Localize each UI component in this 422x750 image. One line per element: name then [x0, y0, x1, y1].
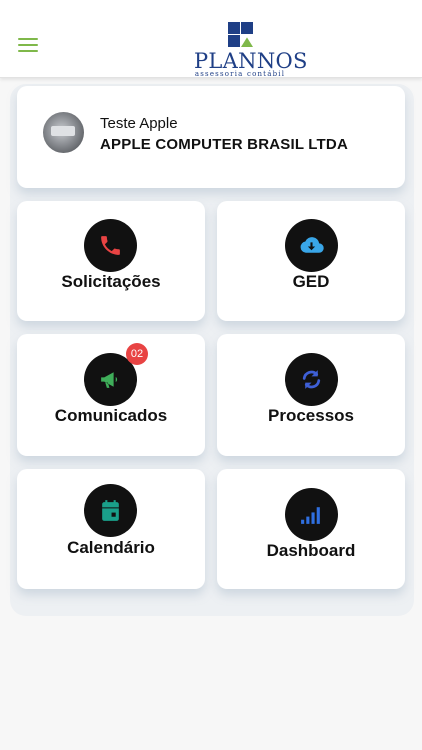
avatar	[43, 112, 84, 153]
tile-label: Solicitações	[61, 272, 161, 291]
logo-tagline: assessoria contábil	[194, 70, 286, 78]
profile-card[interactable]: Teste Apple APPLE COMPUTER BRASIL LTDA	[17, 86, 405, 188]
hamburger-icon[interactable]	[18, 38, 40, 54]
logo-mark	[228, 22, 254, 48]
notification-badge: 02	[126, 343, 148, 365]
tile-dashboard[interactable]: Dashboard	[217, 469, 405, 589]
tile-solicitacoes[interactable]: Solicitações	[17, 201, 205, 321]
tile-processos[interactable]: Processos	[217, 334, 405, 456]
tile-ged[interactable]: GED	[217, 201, 405, 321]
tile-label: Comunicados	[54, 406, 168, 425]
tile-label: GED	[292, 272, 330, 291]
cloud-download-icon	[285, 219, 338, 272]
tile-comunicados[interactable]: 02 Comunicados	[17, 334, 205, 456]
profile-company: APPLE COMPUTER BRASIL LTDA	[100, 136, 348, 153]
refresh-icon	[285, 353, 338, 406]
tile-label: Processos	[268, 406, 354, 425]
logo-name: PLANNOS	[194, 49, 308, 73]
tile-calendario[interactable]: Calendário	[17, 469, 205, 589]
signal-bars-icon	[285, 488, 338, 541]
tile-label: Dashboard	[266, 541, 356, 560]
plannos-logo: PLANNOS assessoria contábil	[194, 22, 308, 78]
calendar-icon	[84, 484, 137, 537]
app-header: PLANNOS assessoria contábil	[0, 0, 422, 78]
profile-name: Teste Apple	[100, 115, 178, 132]
phone-icon	[84, 219, 137, 272]
tile-label: Calendário	[67, 538, 155, 557]
